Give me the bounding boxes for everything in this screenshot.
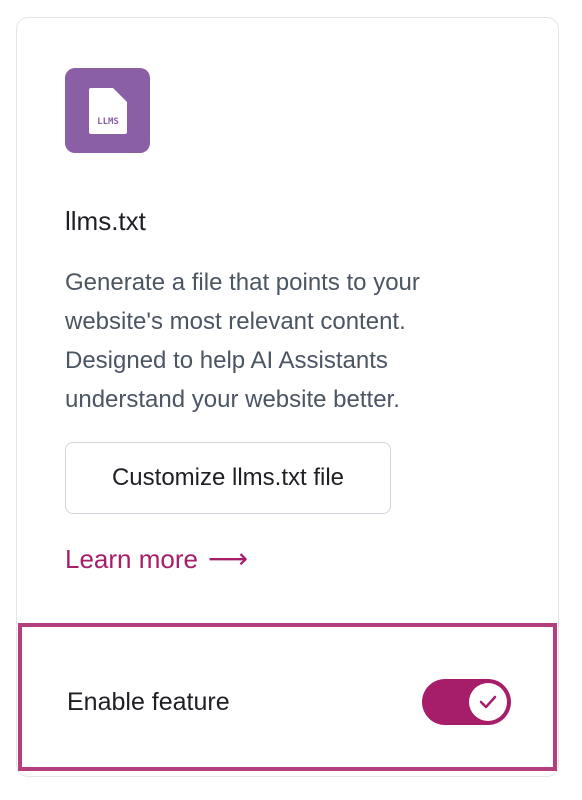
enable-feature-row: Enable feature — [18, 623, 557, 771]
arrow-right-icon: ⟶ — [207, 543, 249, 574]
llms-file-icon: LLMS — [65, 68, 150, 153]
feature-description: Generate a file that points to your webs… — [65, 269, 420, 413]
toggle-knob — [469, 683, 507, 721]
learn-more-label: Learn more — [65, 544, 198, 574]
learn-more-link[interactable]: Learn more ⟶ — [65, 543, 249, 575]
customize-llms-button[interactable]: Customize llms.txt file — [65, 442, 391, 514]
checkmark-icon — [479, 695, 497, 709]
document-icon: LLMS — [88, 87, 127, 134]
enable-feature-label: Enable feature — [67, 688, 230, 716]
llms-icon-text: LLMS — [97, 117, 119, 127]
feature-title: llms.txt — [65, 206, 146, 236]
enable-feature-toggle[interactable] — [422, 679, 511, 725]
